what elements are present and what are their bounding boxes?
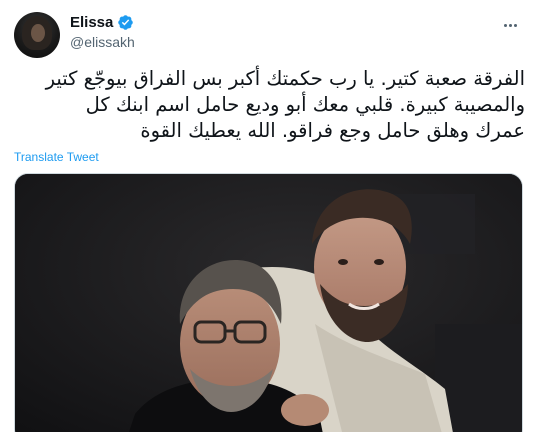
author-handle[interactable]: @elissakh (70, 33, 135, 52)
tweet-text-line: عمرك وهلق حامل وجع فراقو. الله يعطيك الق… (140, 119, 525, 142)
photo-illustration (15, 174, 522, 432)
avatar-face-shape (31, 24, 45, 42)
author-block: Elissa @elissakh (70, 13, 135, 52)
tweet-text-line: الفرقة صعبة كتير. يا رب حكمتك أكبر بس ال… (45, 67, 525, 90)
tweet-text: الفرقة صعبة كتير. يا رب حكمتك أكبر بس ال… (14, 66, 525, 144)
author-display-name[interactable]: Elissa (70, 13, 113, 32)
author-name-row: Elissa (70, 13, 135, 32)
tweet-photo[interactable] (14, 173, 523, 432)
translate-tweet-link[interactable]: Translate Tweet (14, 150, 99, 164)
tweet: Elissa @elissakh الفرقة صعبة كتير. يا رب… (0, 0, 539, 432)
tweet-text-line: والمصيبة كبيرة. قلبي معك أبو وديع حامل ا… (85, 93, 525, 116)
verified-badge-icon (117, 14, 134, 31)
author-avatar[interactable] (14, 12, 60, 58)
more-options-icon[interactable] (499, 14, 521, 36)
